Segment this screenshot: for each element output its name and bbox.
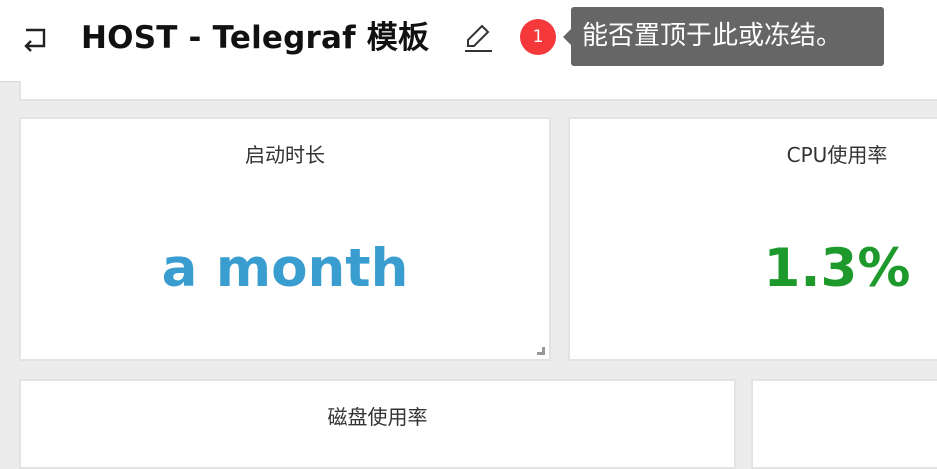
tooltip: 能否置顶于此或冻结。 (571, 7, 884, 66)
edit-title-button[interactable] (462, 22, 494, 54)
panel-title: 启动时长 (245, 143, 325, 167)
page-title: HOST - Telegraf 模板 (81, 20, 430, 56)
cpu-value: 1.3% (763, 238, 911, 299)
panel-uptime[interactable]: 启动时长 a month (19, 117, 551, 361)
tooltip-arrow (563, 29, 571, 45)
panel-cpu[interactable]: CPU使用率 1.3% (568, 117, 937, 361)
back-button[interactable] (22, 24, 52, 54)
edit-pencil-icon (465, 24, 492, 52)
panel-title: CPU使用率 (786, 143, 888, 167)
dashboard-header: HOST - Telegraf 模板 1 能否置顶于此或冻结。 (0, 0, 937, 82)
panel-title: 磁盘使用率 (327, 405, 428, 429)
uptime-value: a month (161, 238, 409, 299)
panel-next[interactable] (751, 379, 937, 469)
back-icon (24, 28, 46, 52)
resize-handle-icon[interactable] (537, 347, 545, 355)
notification-badge[interactable]: 1 (520, 19, 556, 55)
panel-disk[interactable]: 磁盘使用率 (19, 379, 736, 469)
panel-top-strip (19, 81, 937, 101)
